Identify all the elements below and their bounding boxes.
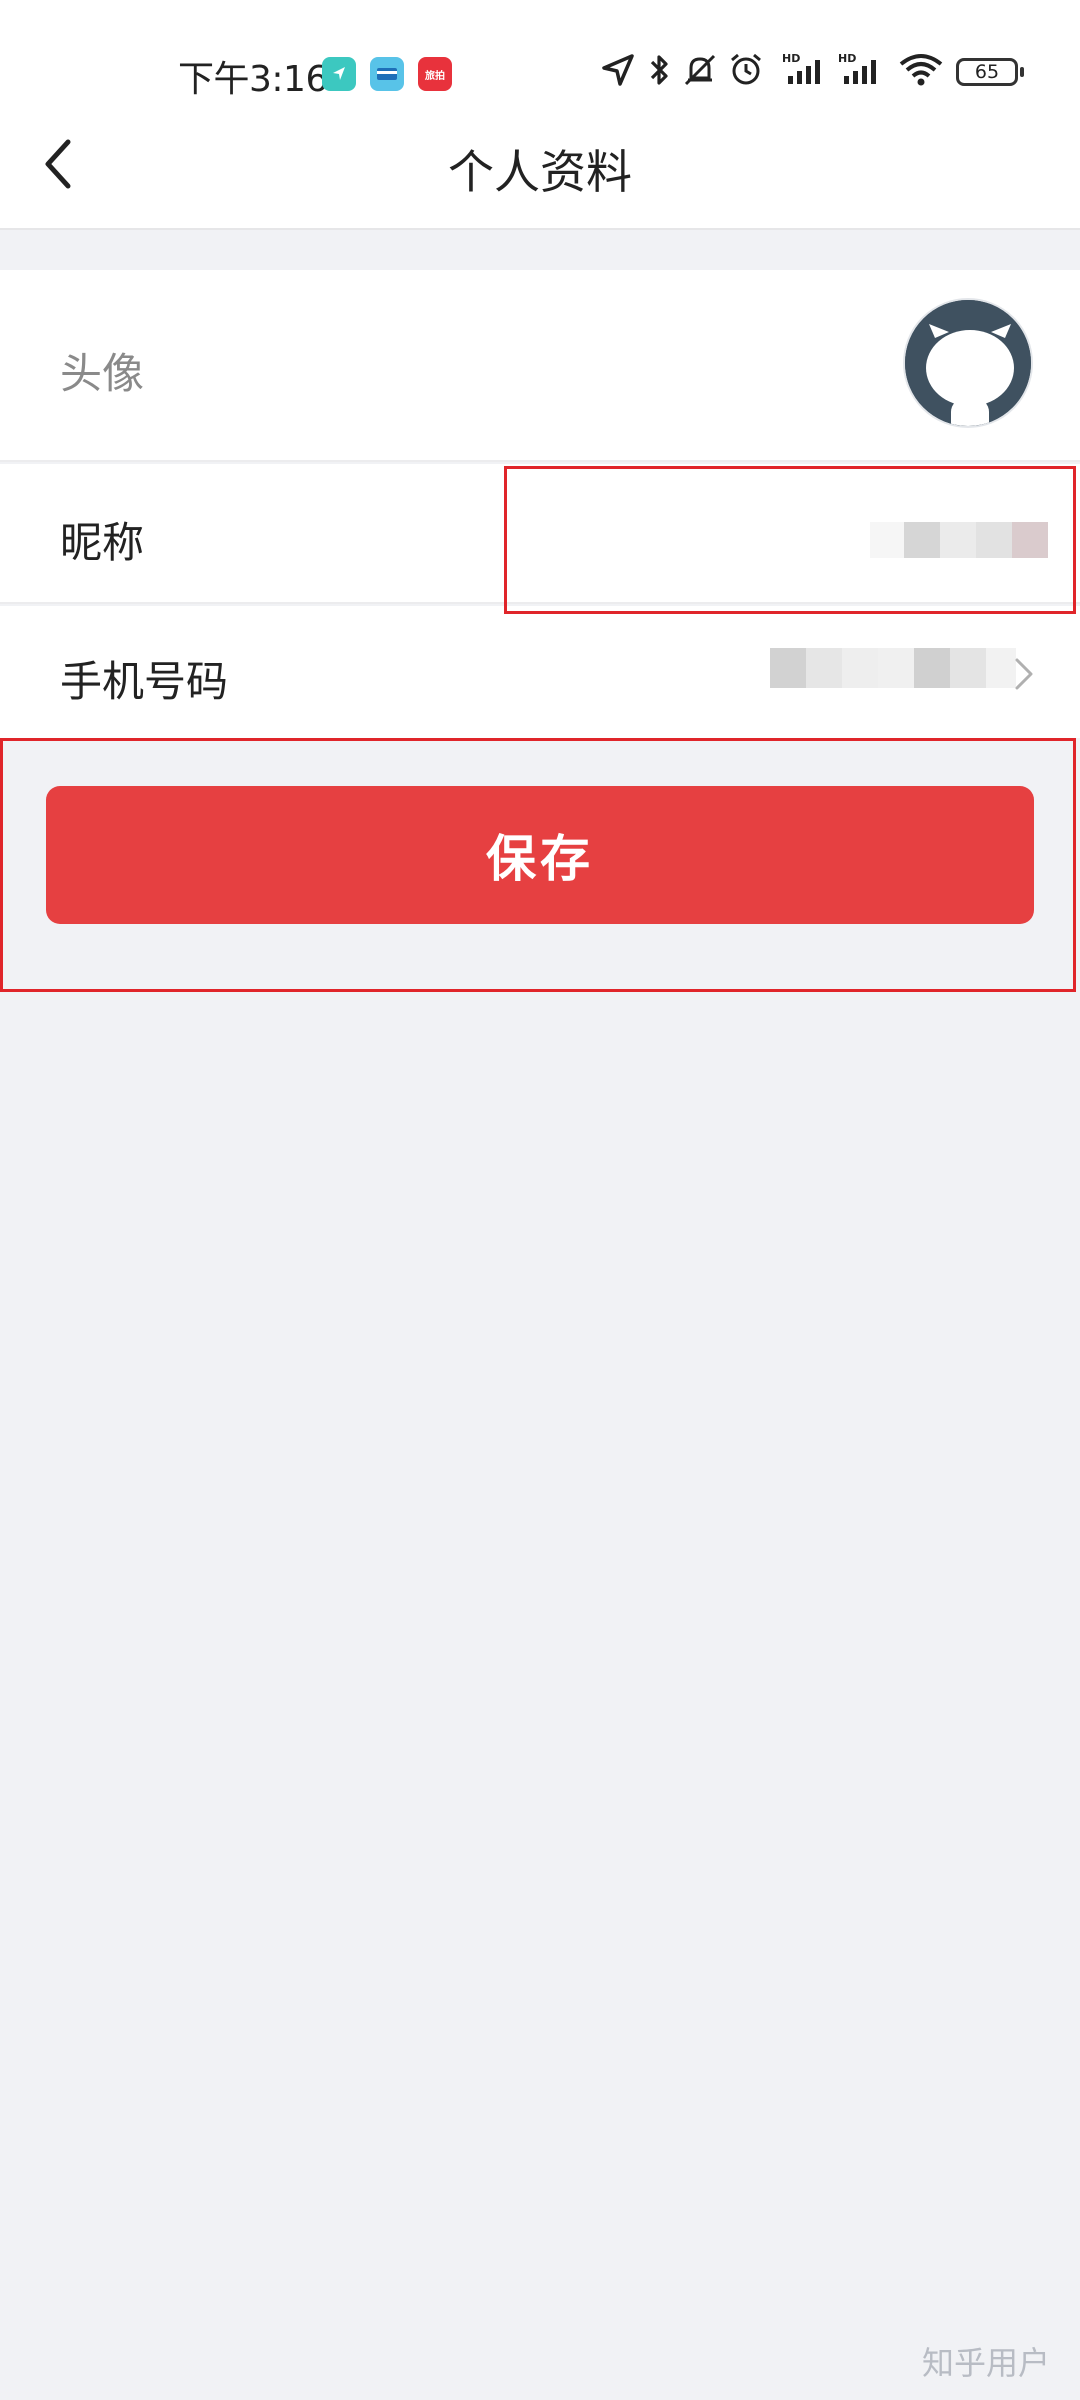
avatar[interactable] — [903, 298, 1033, 428]
signal-icon-2 — [844, 60, 876, 84]
nickname-value-redacted[interactable] — [870, 522, 1050, 558]
avatar-label: 头像 — [60, 349, 145, 398]
robot-avatar-icon — [905, 300, 1031, 426]
nav-bar: 个人资料 — [0, 100, 1080, 230]
system-icons: HD HD 65 — [598, 50, 1028, 96]
mute-bell-icon — [684, 54, 716, 86]
alarm-icon — [731, 53, 761, 85]
battery-indicator: 65 — [956, 58, 1024, 86]
avatar-row[interactable]: 头像 — [0, 270, 1080, 462]
signal-icon-1 — [788, 60, 820, 84]
phone-label: 手机号码 — [60, 657, 229, 706]
wallet-app-icon — [370, 57, 404, 91]
status-time: 下午3:16 — [178, 59, 328, 100]
location-icon — [602, 54, 634, 86]
nickname-row[interactable]: 昵称 — [0, 464, 1080, 604]
phone-value-redacted — [770, 648, 1020, 688]
watermark: 知乎用户 — [921, 2344, 1050, 2382]
page-title: 个人资料 — [448, 145, 632, 199]
chevron-right-icon — [1015, 658, 1033, 690]
phone-row[interactable]: 手机号码 — [0, 606, 1080, 738]
save-button[interactable]: 保存 — [46, 786, 1034, 924]
wifi-icon — [899, 54, 943, 86]
news-app-icon: 旅拍 — [418, 57, 452, 91]
navigation-app-icon — [322, 57, 356, 91]
bluetooth-icon — [650, 55, 668, 85]
nickname-label: 昵称 — [60, 518, 145, 567]
